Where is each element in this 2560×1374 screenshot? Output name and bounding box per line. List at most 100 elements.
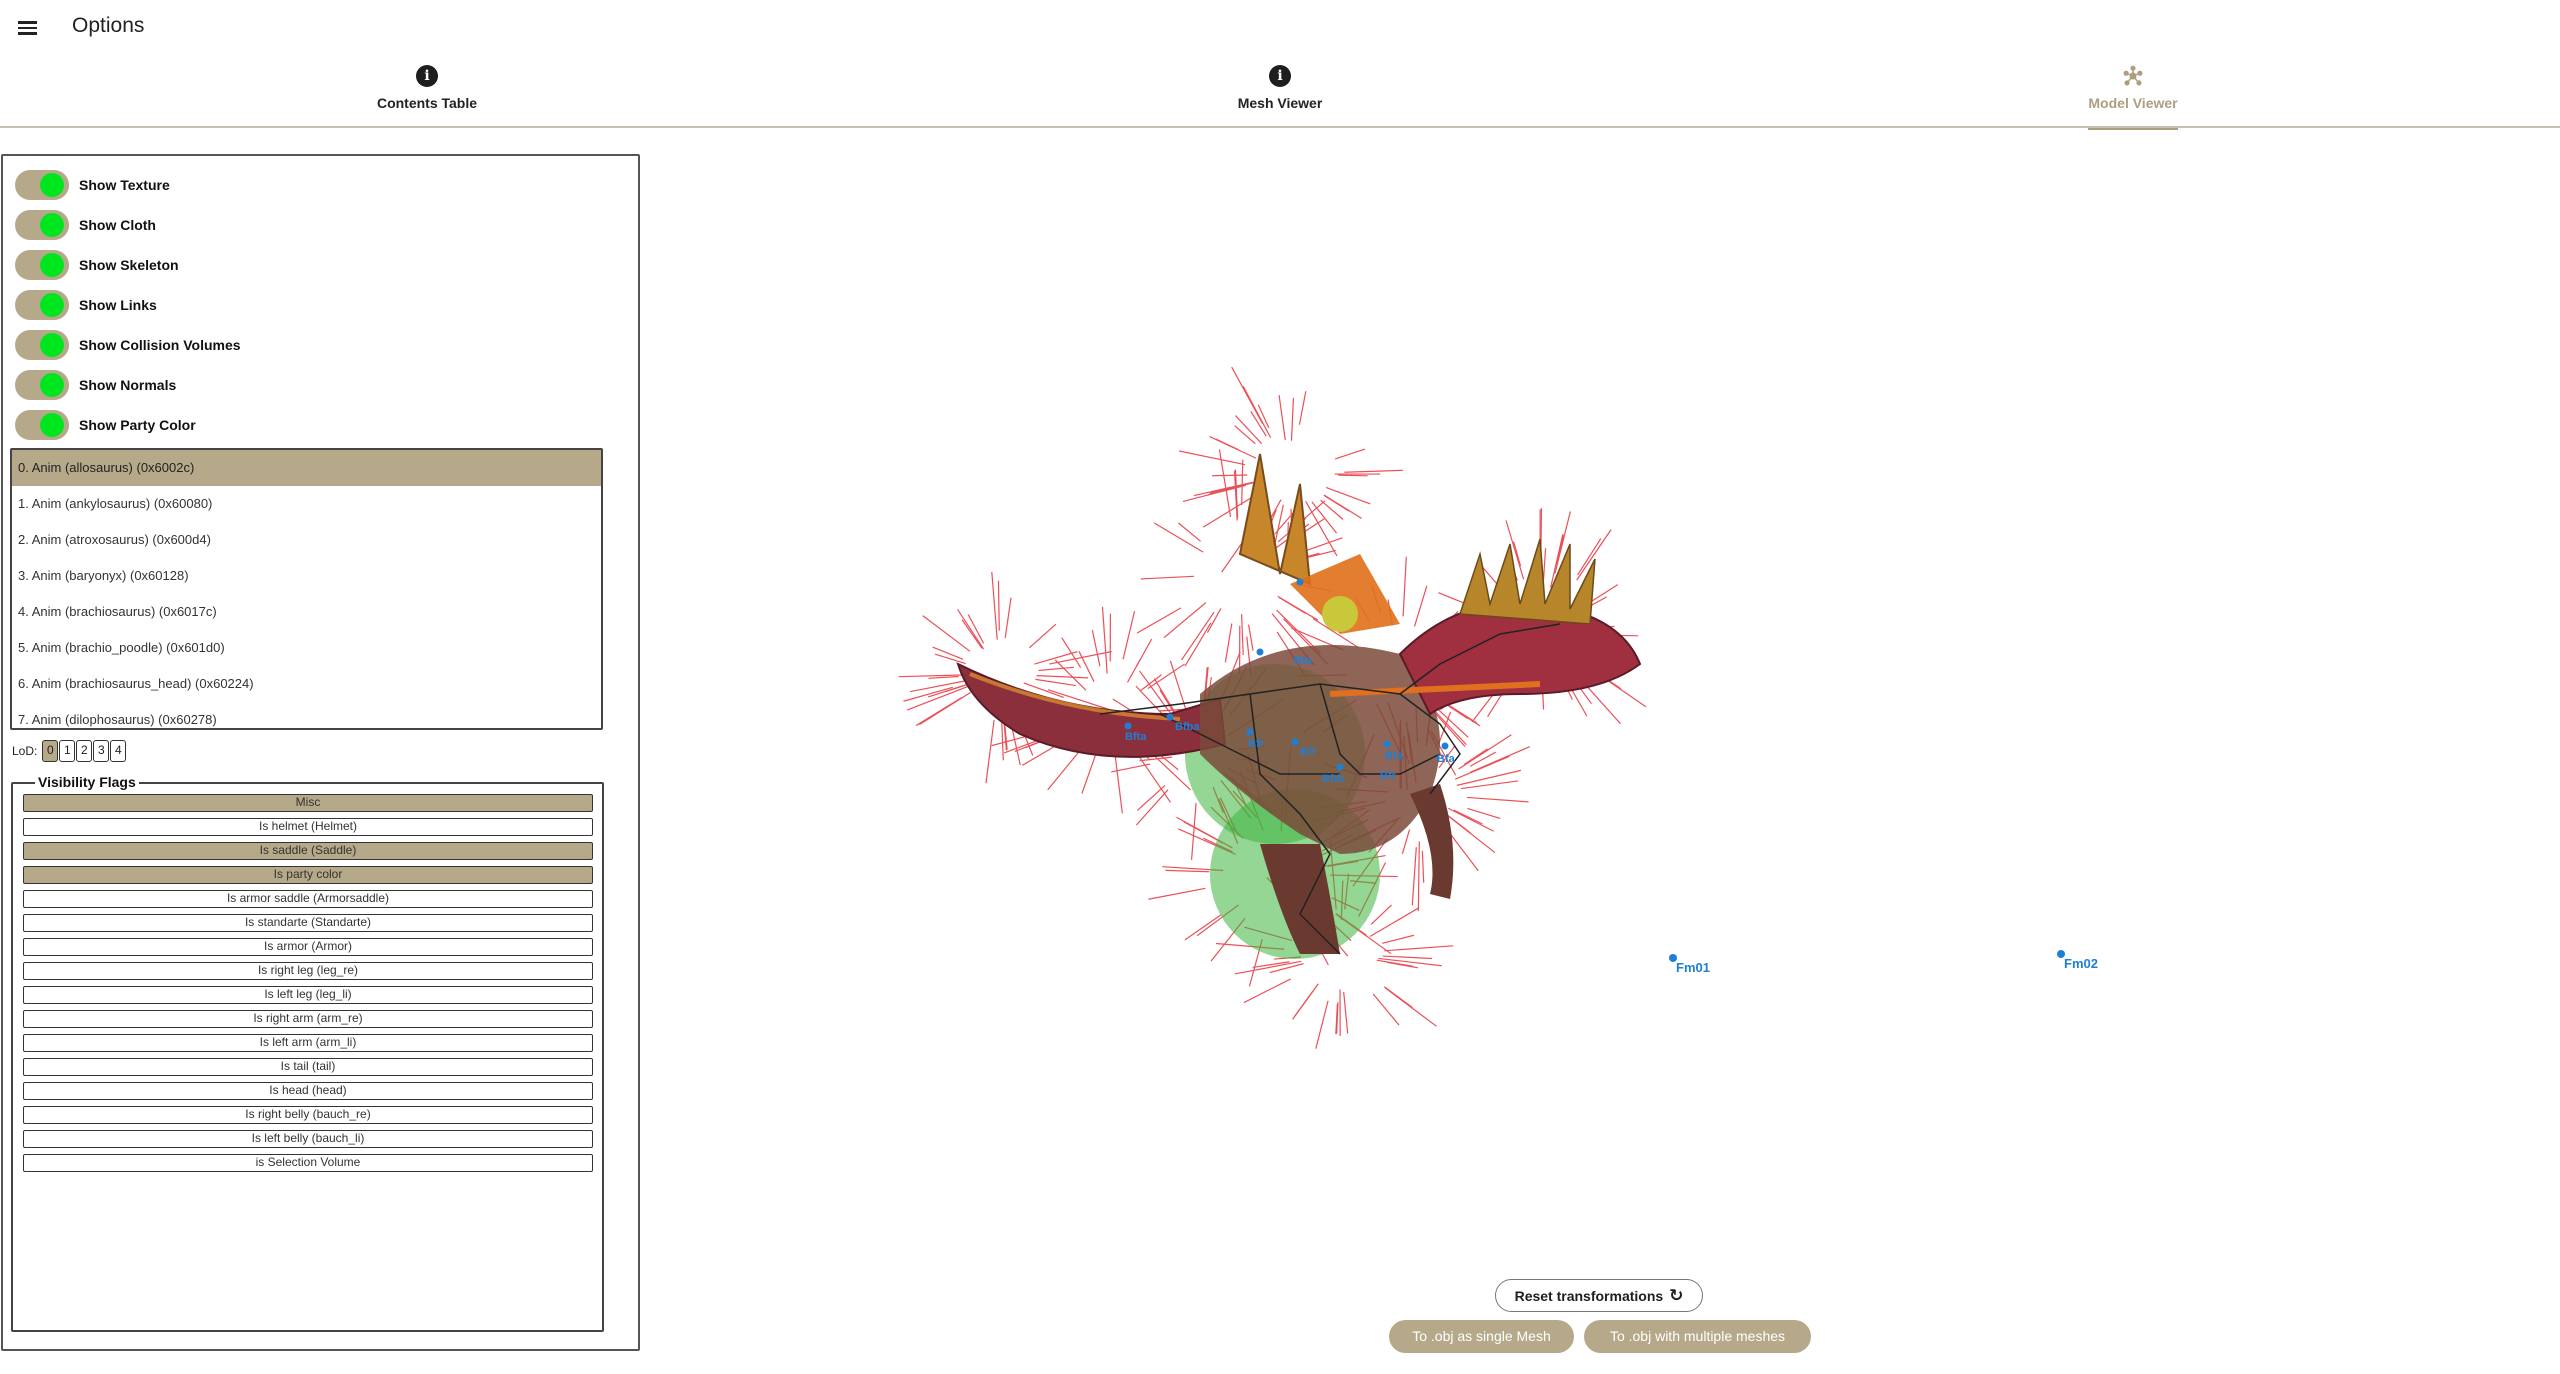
flag-left-leg[interactable]: Is left leg (leg_li)	[23, 986, 593, 1004]
flag-saddle[interactable]: Is saddle (Saddle)	[23, 842, 593, 860]
flag-party-color[interactable]: Is party color	[23, 866, 593, 884]
toggle-show-party-color[interactable]: Show Party Color	[15, 408, 196, 442]
export-single-mesh-button[interactable]: To .obj as single Mesh	[1389, 1320, 1574, 1353]
model-arm	[1410, 784, 1454, 899]
export-multiple-meshes-button[interactable]: To .obj with multiple meshes	[1584, 1320, 1811, 1353]
toggle-show-links[interactable]: Show Links	[15, 288, 157, 322]
flag-right-arm[interactable]: Is right arm (arm_re)	[23, 1010, 593, 1028]
flag-head[interactable]: Is head (head)	[23, 1082, 593, 1100]
list-item[interactable]: 0. Anim (allosaurus) (0x6002c)	[12, 450, 601, 486]
normal-line	[1231, 366, 1264, 424]
flag-armor[interactable]: Is armor (Armor)	[23, 938, 593, 956]
normal-line	[1241, 459, 1244, 506]
toggle-show-cloth[interactable]: Show Cloth	[15, 208, 156, 242]
normal-line	[1382, 955, 1433, 960]
normal-line	[1184, 914, 1222, 941]
flag-left-belly[interactable]: Is left belly (bauch_li)	[23, 1130, 593, 1148]
toggle-switch[interactable]	[15, 330, 69, 360]
flag-armor-saddle[interactable]: Is armor saddle (Armorsaddle)	[23, 890, 593, 908]
app-title: Options	[72, 14, 145, 37]
list-item[interactable]: 7. Anim (dilophosaurus) (0x60278)	[12, 702, 601, 728]
toggle-show-collision-volumes[interactable]: Show Collision Volumes	[15, 328, 241, 362]
normal-line	[1184, 622, 1212, 667]
model-viewer-canvas[interactable]: Bfta Bfba Bfr Bfr Bfth Bfr Bfa Bfa Bfa F…	[640, 154, 2560, 1374]
normal-line	[1311, 501, 1338, 534]
tab-model-viewer[interactable]: Model Viewer	[2088, 56, 2178, 130]
lod-button-0[interactable]: 0	[42, 740, 59, 762]
animation-list[interactable]: 0. Anim (allosaurus) (0x6002c) 1. Anim (…	[10, 448, 603, 730]
normal-line	[1165, 869, 1210, 873]
tab-label: Model Viewer	[2088, 95, 2178, 111]
marker-label: Fm02	[2064, 956, 2098, 971]
lod-button-4[interactable]: 4	[110, 740, 127, 762]
bone-label: Bfr	[1380, 770, 1397, 782]
toggle-switch[interactable]	[15, 210, 69, 240]
toggle-show-texture[interactable]: Show Texture	[15, 168, 170, 202]
normal-line	[1036, 675, 1088, 679]
list-item[interactable]: 4. Anim (brachiosaurus) (0x6017c)	[12, 594, 601, 630]
normal-line	[1269, 963, 1304, 974]
normal-line	[1384, 945, 1454, 952]
reset-label: Reset transformations	[1514, 1287, 1664, 1304]
normal-line	[1234, 960, 1302, 975]
normal-line	[1038, 666, 1074, 672]
list-item[interactable]: 3. Anim (baryonyx) (0x60128)	[12, 558, 601, 594]
toggle-switch[interactable]	[15, 170, 69, 200]
lod-selector: LoD: 0 1 2 3 4	[12, 739, 127, 763]
app-bar: Options	[0, 0, 2560, 56]
flag-left-arm[interactable]: Is left arm (arm_li)	[23, 1034, 593, 1052]
normal-line	[1248, 624, 1254, 651]
bone-label: Bfta	[1125, 731, 1147, 743]
flag-helmet[interactable]: Is helmet (Helmet)	[23, 818, 593, 836]
molecule-icon	[2123, 65, 2143, 86]
toggle-label: Show Party Color	[79, 417, 196, 433]
list-item[interactable]: 5. Anim (brachio_poodle) (0x601d0)	[12, 630, 601, 666]
flag-right-belly[interactable]: Is right belly (bauch_re)	[23, 1106, 593, 1124]
toggle-show-skeleton[interactable]: Show Skeleton	[15, 248, 179, 282]
tab-mesh-viewer[interactable]: i Mesh Viewer	[1220, 56, 1340, 128]
normal-line	[1417, 841, 1420, 912]
normal-line	[1278, 596, 1306, 614]
model-saddle	[1238, 453, 1312, 586]
normal-line	[1101, 606, 1108, 674]
normal-line	[1402, 556, 1407, 617]
lod-button-2[interactable]: 2	[76, 740, 93, 762]
list-item[interactable]: 1. Anim (ankylosaurus) (0x60080)	[12, 486, 601, 522]
bone-label: Bfr	[1300, 746, 1317, 758]
normal-line	[1290, 397, 1295, 441]
flag-standarte[interactable]: Is standarte (Standarte)	[23, 914, 593, 932]
normal-line	[1061, 637, 1082, 668]
normal-line	[1370, 904, 1392, 925]
toggle-show-normals[interactable]: Show Normals	[15, 368, 176, 402]
normal-line	[1190, 802, 1197, 860]
toggle-switch[interactable]	[15, 410, 69, 440]
normal-line	[928, 675, 959, 679]
toggle-switch[interactable]	[15, 250, 69, 280]
tab-contents-table[interactable]: i Contents Table	[352, 56, 502, 128]
normal-line	[1372, 993, 1400, 1026]
normal-line	[1401, 829, 1411, 854]
list-item[interactable]: 6. Anim (brachiosaurus_head) (0x60224)	[12, 666, 601, 702]
options-panel: Show Texture Show Cloth Show Skeleton Sh…	[1, 154, 640, 1351]
lod-button-3[interactable]: 3	[93, 740, 110, 762]
flag-right-leg[interactable]: Is right leg (leg_re)	[23, 962, 593, 980]
flag-selection-volume[interactable]: is Selection Volume	[23, 1154, 593, 1172]
normal-line	[1387, 961, 1419, 969]
normal-line	[1343, 991, 1349, 1034]
normal-line	[1212, 474, 1248, 477]
flag-misc[interactable]: Misc	[23, 794, 593, 812]
normal-line	[957, 609, 985, 650]
flag-tail[interactable]: Is tail (tail)	[23, 1058, 593, 1076]
tab-bar: i Contents Table i Mesh Viewer Model Vie…	[0, 56, 2560, 130]
toggle-switch[interactable]	[15, 370, 69, 400]
toggle-switch[interactable]	[15, 290, 69, 320]
toggle-label: Show Texture	[79, 177, 170, 193]
lod-button-1[interactable]: 1	[59, 740, 76, 762]
hamburger-menu-icon[interactable]	[16, 16, 40, 40]
toggle-label: Show Skeleton	[79, 257, 179, 273]
reset-transformations-button[interactable]: Reset transformations ↻	[1495, 1279, 1703, 1312]
tab-label: Contents Table	[376, 95, 478, 111]
normal-line	[1463, 748, 1488, 766]
normal-line	[1411, 847, 1417, 906]
list-item[interactable]: 2. Anim (atroxosaurus) (0x600d4)	[12, 522, 601, 558]
